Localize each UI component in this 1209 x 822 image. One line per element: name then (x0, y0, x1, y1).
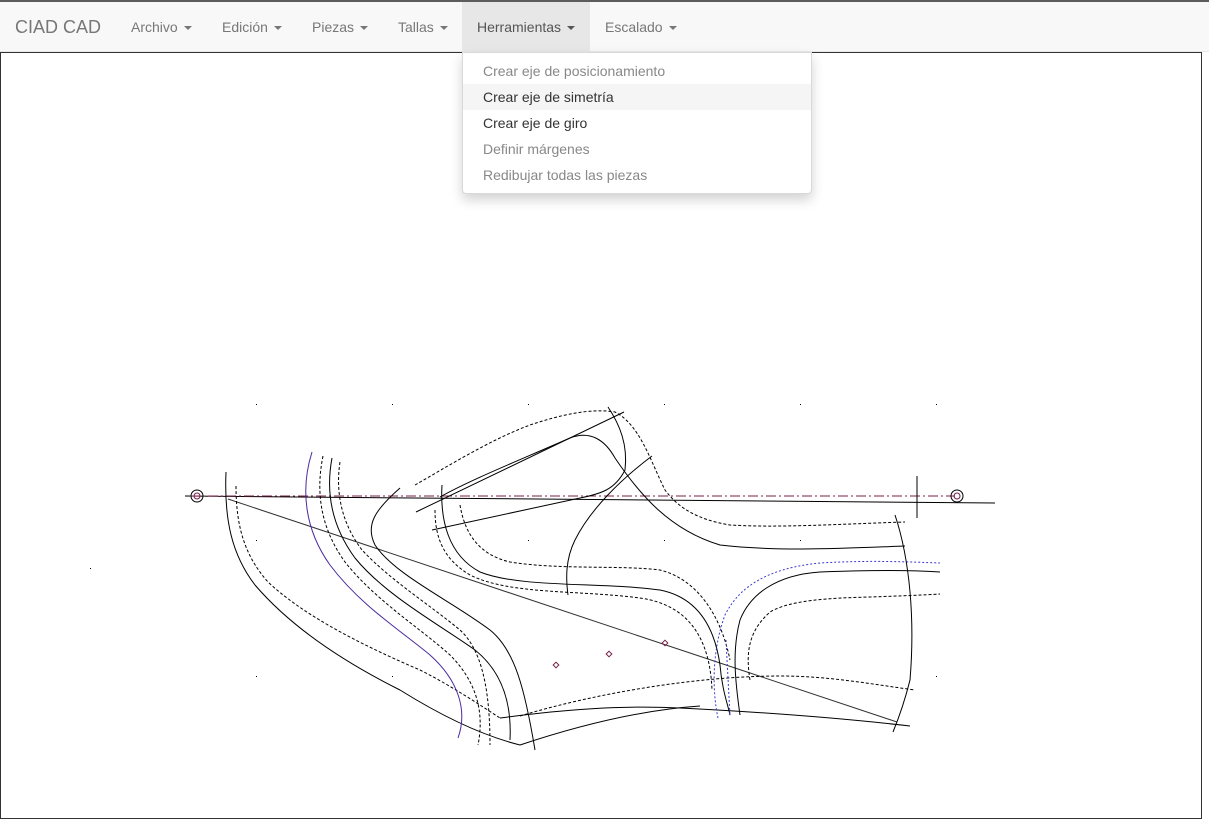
menuitem-definir-margenes[interactable]: Definir márgenes (463, 136, 811, 162)
reference-points (552, 639, 669, 669)
menuitem-crear-eje-giro[interactable]: Crear eje de giro (463, 110, 811, 136)
toe-contour[interactable] (439, 434, 906, 550)
purple-curve[interactable] (305, 451, 463, 739)
central-seam[interactable] (434, 509, 713, 691)
construction-line-2[interactable] (431, 497, 581, 531)
toe-seam[interactable] (414, 410, 906, 527)
inner-seam-left-2[interactable] (338, 461, 491, 746)
grid-dots (90, 404, 937, 677)
central-seam-2[interactable] (459, 504, 731, 661)
central-contour[interactable] (370, 487, 536, 751)
menuitem-crear-eje-simetria[interactable]: Crear eje de simetría (463, 84, 811, 110)
herramientas-dropdown: Crear eje de posicionamiento Crear eje d… (462, 52, 812, 194)
outer-seam[interactable] (235, 485, 501, 719)
menuitem-redibujar-piezas[interactable]: Redibujar todas las piezas (463, 162, 811, 188)
bottom-contour[interactable] (499, 706, 911, 727)
menuitem-crear-eje-posicionamiento[interactable]: Crear eje de posicionamiento (463, 58, 811, 84)
right-heel-curve[interactable] (892, 514, 913, 733)
right-contour[interactable] (734, 570, 941, 716)
construction-line-1[interactable] (415, 411, 625, 513)
vamp-line[interactable] (566, 455, 653, 596)
inner-contour-left[interactable] (329, 457, 511, 741)
inner-seam-left[interactable] (319, 455, 481, 746)
bottom-contour-2[interactable] (519, 705, 701, 746)
